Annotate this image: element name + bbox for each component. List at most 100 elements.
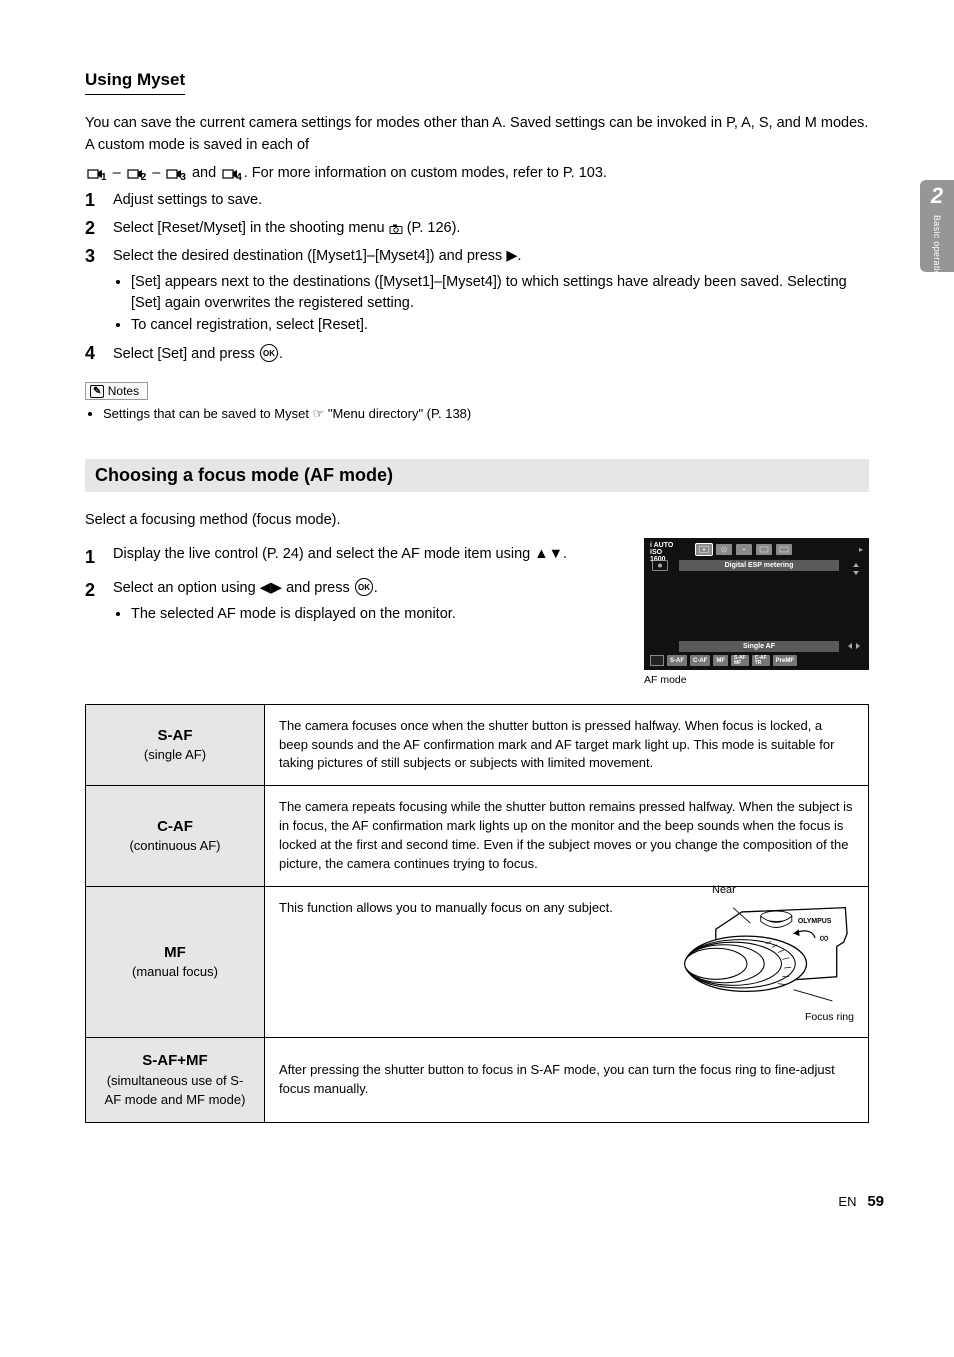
lv-iso-label: i AUTO <box>650 542 673 549</box>
lv-metering-label: Digital ESP metering <box>679 560 839 571</box>
step4-text: Select [Set] and press <box>113 346 259 362</box>
myset-intro: You can save the current camera settings… <box>85 113 869 184</box>
lv-caption: AF mode <box>644 674 869 688</box>
right-arrow-icon: ▶ <box>506 248 517 264</box>
lv-leftright-icon <box>848 642 860 652</box>
saf-desc: (single AF) <box>100 746 250 765</box>
lv-af-options: S-AF C-AF MF S-AFMF C-AFTR PreMF <box>650 655 797 666</box>
notes-list: Settings that can be saved to Myset ☞ "M… <box>85 404 869 424</box>
table-row-caf: C-AF (continuous AF) The camera repeats … <box>86 786 869 886</box>
step-3-number: 3 <box>85 246 113 337</box>
saf-text: The camera focuses once when the shutter… <box>265 704 869 786</box>
live-control-preview: i AUTO ISO1600 ▸ Digital ESP metering Si… <box>644 538 869 670</box>
lv-mode-spot-icon <box>736 544 752 555</box>
myset-intro-text: You can save the current camera settings… <box>85 115 868 153</box>
lv-metering-options <box>696 544 792 555</box>
lv-af-label: Single AF <box>679 641 839 652</box>
step-2-number: 2 <box>85 218 113 240</box>
mf-near-label: Near <box>712 883 736 899</box>
af-step2-body: Select an option using ◀▶ and press OK. … <box>113 577 456 626</box>
movie3-icon: 3 <box>166 163 186 185</box>
af-step1-body: Display the live control (P. 24) and sel… <box>113 544 567 571</box>
af-lead: Select a focusing method (focus mode). <box>85 512 341 528</box>
af-step2-bullet: The selected AF mode is displayed on the… <box>131 604 456 626</box>
step3-dot: . <box>517 248 521 264</box>
lv-opt-mf: MF <box>713 655 728 666</box>
lv-mode-esp-icon <box>696 544 712 555</box>
caf-text: The camera repeats focusing while the sh… <box>265 786 869 886</box>
step-1-body: Adjust settings to save. <box>113 190 262 212</box>
up-down-icon: ▲▼ <box>534 546 563 562</box>
movie4-icon: 4 <box>222 163 242 185</box>
page-footer: EN 59 <box>0 1183 954 1240</box>
note1-ref: "Menu directory" (P. 138) <box>328 406 471 421</box>
step4-dot: . <box>279 346 283 362</box>
af-step1-text: Display the live control (P. 24) and sel… <box>113 546 534 562</box>
caf-name: C-AF <box>100 816 250 838</box>
step-1-number: 1 <box>85 190 113 212</box>
mf-name: MF <box>100 942 250 964</box>
lv-metering-sel-icon <box>652 560 668 573</box>
lv-mode-cw-icon <box>716 544 732 555</box>
af-step1-num: 1 <box>85 544 113 571</box>
saf-name: S-AF <box>100 725 250 747</box>
lv-opt-saf: S-AF <box>667 655 687 666</box>
pointer-icon: ☞ <box>313 406 325 421</box>
af-step2-dot: . <box>374 580 378 596</box>
af-step2-num: 2 <box>85 577 113 626</box>
safmf-name: S-AF+MF <box>100 1050 250 1072</box>
lv-opt-safmf: S-AFMF <box>731 655 749 666</box>
step3-bullet1: [Set] appears next to the destinations (… <box>131 272 869 316</box>
ok-button-icon: OK <box>259 343 279 366</box>
heading-myset: Using Myset <box>85 70 185 95</box>
svg-text:OK: OK <box>263 349 275 358</box>
lv-updown-icon <box>852 563 860 577</box>
lv-af-cursor <box>650 655 664 666</box>
table-row-saf: S-AF (single AF) The camera focuses once… <box>86 704 869 786</box>
af-step1-dot: . <box>563 546 567 562</box>
lv-opt-premf: PreMF <box>773 655 797 666</box>
table-row-safmf: S-AF+MF (simultaneous use of S-AF mode a… <box>86 1038 869 1122</box>
mf-desc: (manual focus) <box>100 963 250 982</box>
notes-label: Notes <box>108 384 139 398</box>
af-step2-text: Select an option using <box>113 580 260 596</box>
safmf-text: After pressing the shutter button to foc… <box>265 1038 869 1122</box>
step3-bullet2: To cancel registration, select [Reset]. <box>131 315 869 337</box>
step-3-body: Select the desired destination ([Myset1]… <box>113 246 869 337</box>
table-row-mf: MF (manual focus) <box>86 886 869 1038</box>
page-number: 59 <box>867 1193 884 1210</box>
mf-text: This function allows you to manually foc… <box>279 900 613 915</box>
shooting-menu-icon <box>389 218 403 240</box>
mf-illustration: OLYMPUS ∞ Near Focus ring <box>664 899 854 1026</box>
lv-mode-hi-icon <box>756 544 772 555</box>
step1-text: Adjust settings to save. <box>113 192 262 208</box>
step3-text: Select the desired destination ([Myset1]… <box>113 248 506 264</box>
movie2-icon: 2 <box>127 163 147 185</box>
step-2-body: Select [Reset/Myset] in the shooting men… <box>113 218 460 240</box>
heading-af-mode: Choosing a focus mode (AF mode) <box>85 459 869 492</box>
footer-lang: EN <box>838 1194 856 1209</box>
lv-opt-caftr: C-AFTR <box>752 655 770 666</box>
step-4-body: Select [Set] and press OK. <box>113 343 283 366</box>
safmf-desc: (simultaneous use of S-AF mode and MF mo… <box>100 1072 250 1110</box>
step2-text: Select [Reset/Myset] in the shooting men… <box>113 220 389 236</box>
note1-text: Settings that can be saved to Myset <box>103 406 313 421</box>
lv-mode-sh-icon <box>776 544 792 555</box>
movie1-icon: 1 <box>87 163 107 185</box>
mf-ring-label: Focus ring <box>664 1010 854 1025</box>
caf-desc: (continuous AF) <box>100 837 250 856</box>
lv-opt-caf: C-AF <box>690 655 710 666</box>
af-mode-table: S-AF (single AF) The camera focuses once… <box>85 704 869 1123</box>
note-icon: ✎ <box>90 385 104 398</box>
svg-text:∞: ∞ <box>819 930 828 945</box>
step2-text2: (P. 126). <box>407 220 461 236</box>
myset-intro2: . For more information on custom modes, … <box>244 165 607 181</box>
step-4-number: 4 <box>85 343 113 366</box>
ok-button-icon: OK <box>354 577 374 600</box>
lv-arrow-icon: ▸ <box>859 545 863 554</box>
notes-heading: ✎ Notes <box>85 382 148 400</box>
svg-text:OLYMPUS: OLYMPUS <box>798 918 832 925</box>
svg-text:OK: OK <box>358 583 370 592</box>
left-right-icon: ◀▶ <box>260 580 282 596</box>
af-step2-text2: and press <box>286 580 354 596</box>
